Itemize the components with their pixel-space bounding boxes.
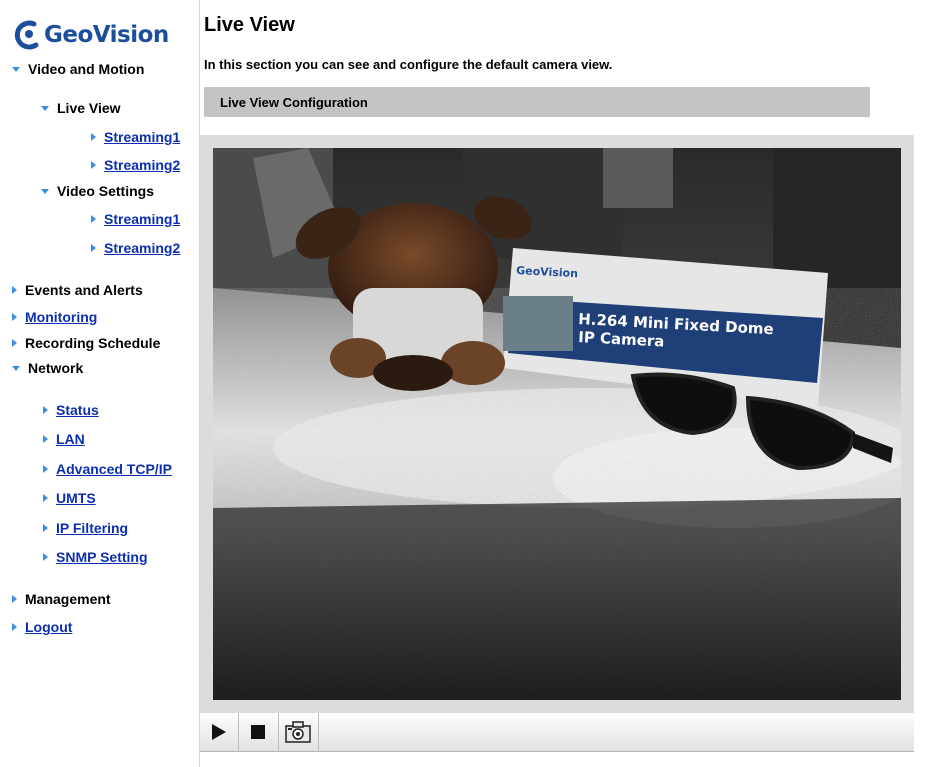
arrow-right-icon (12, 623, 17, 631)
geovision-logo: GeoVision (14, 18, 169, 52)
nav-events-and-alerts[interactable]: Events and Alerts (12, 282, 143, 298)
page-description: In this section you can see and configur… (204, 57, 613, 72)
nav-link[interactable]: Advanced TCP/IP (56, 461, 172, 477)
nav-link[interactable]: SNMP Setting (56, 549, 148, 565)
arrow-right-icon (43, 553, 48, 561)
nav-label: Recording Schedule (25, 335, 161, 351)
nav-lan[interactable]: LAN (43, 431, 85, 447)
nav-label: Network (28, 360, 84, 376)
nav-network[interactable]: Network (12, 360, 83, 376)
nav-logout[interactable]: Logout (12, 619, 72, 635)
nav-label: Events and Alerts (25, 282, 143, 298)
nav-umts[interactable]: UMTS (43, 490, 96, 506)
nav-management[interactable]: Management (12, 591, 111, 607)
nav-link[interactable]: IP Filtering (56, 520, 128, 536)
arrow-right-icon (12, 313, 17, 321)
nav-recording-schedule[interactable]: Recording Schedule (12, 335, 160, 351)
snapshot-button[interactable] (279, 713, 317, 751)
section-header: Live View Configuration (204, 87, 870, 117)
expanded-arrow-icon (41, 105, 49, 111)
camera-icon (285, 721, 311, 743)
nav-advanced-tcpip[interactable]: Advanced TCP/IP (43, 461, 172, 477)
nav-link[interactable]: Streaming1 (104, 211, 180, 227)
section-header-label: Live View Configuration (220, 95, 368, 110)
nav-live-view-streaming1[interactable]: Streaming1 (91, 129, 180, 145)
nav-label: Management (25, 591, 111, 607)
nav-ip-filtering[interactable]: IP Filtering (43, 520, 128, 536)
nav-link[interactable]: Monitoring (25, 309, 97, 325)
arrow-right-icon (12, 339, 17, 347)
nav-link[interactable]: Logout (25, 619, 72, 635)
arrow-right-icon (12, 595, 17, 603)
nav-link[interactable]: Streaming2 (104, 240, 180, 256)
nav-video-settings-streaming2[interactable]: Streaming2 (91, 240, 180, 256)
nav-link[interactable]: Streaming2 (104, 157, 180, 173)
nav-link[interactable]: Status (56, 402, 99, 418)
nav-status[interactable]: Status (43, 402, 99, 418)
expanded-arrow-icon (12, 365, 20, 371)
nav-label: Video Settings (57, 183, 154, 199)
expanded-arrow-icon (41, 188, 49, 194)
expanded-arrow-icon (12, 66, 20, 72)
control-separator (318, 713, 319, 751)
nav-live-view-streaming2[interactable]: Streaming2 (91, 157, 180, 173)
geovision-logo-mark (14, 20, 44, 50)
nav-link[interactable]: Streaming1 (104, 129, 180, 145)
video-control-bar (200, 713, 914, 752)
page-title: Live View (204, 14, 295, 36)
arrow-right-icon (43, 465, 48, 473)
live-video-feed[interactable]: GeoVision H.264 Mini Fixed Dome IP Camer… (213, 148, 901, 700)
play-icon (212, 724, 226, 740)
nav-live-view[interactable]: Live View (41, 100, 121, 116)
arrow-right-icon (91, 244, 96, 252)
stop-button[interactable] (239, 713, 277, 751)
arrow-right-icon (12, 286, 17, 294)
arrow-right-icon (43, 494, 48, 502)
arrow-right-icon (43, 524, 48, 532)
nav-video-settings[interactable]: Video Settings (41, 183, 154, 199)
nav-video-and-motion[interactable]: Video and Motion (12, 61, 144, 77)
nav-link[interactable]: UMTS (56, 490, 96, 506)
nav-label: Video and Motion (28, 61, 145, 77)
nav-snmp-setting[interactable]: SNMP Setting (43, 549, 148, 565)
nav-link[interactable]: LAN (56, 431, 85, 447)
arrow-right-icon (91, 215, 96, 223)
arrow-right-icon (43, 406, 48, 414)
arrow-right-icon (91, 133, 96, 141)
brand-name: GeoVision (44, 22, 169, 48)
arrow-right-icon (43, 435, 48, 443)
nav-video-settings-streaming1[interactable]: Streaming1 (91, 211, 180, 227)
stop-icon (251, 725, 265, 739)
nav-label: Live View (57, 100, 121, 116)
arrow-right-icon (91, 161, 96, 169)
sidebar: GeoVision Video and Motion Live View Str… (0, 0, 200, 767)
nav-monitoring[interactable]: Monitoring (12, 309, 97, 325)
play-button[interactable] (200, 713, 238, 751)
